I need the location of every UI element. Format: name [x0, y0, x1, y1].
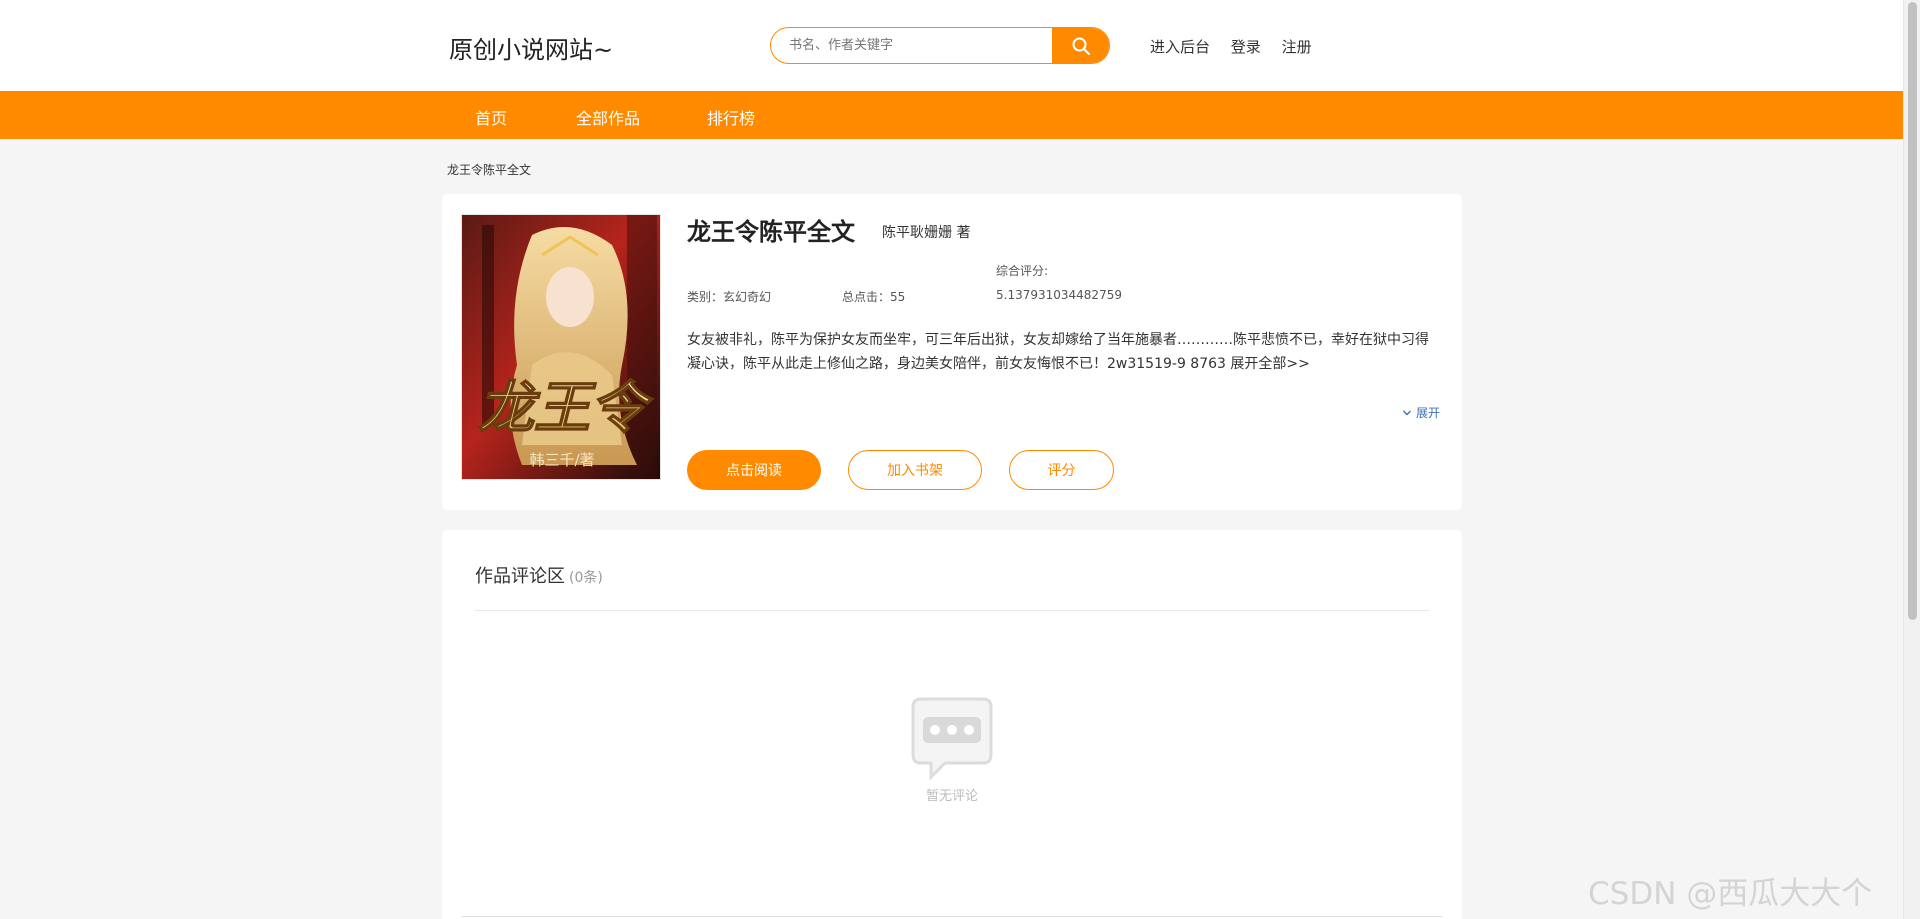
main-nav: 首页 全部作品 排行榜 — [0, 91, 1903, 139]
book-clicks: 总点击：55 — [842, 290, 906, 304]
chevron-down-icon — [1402, 410, 1411, 415]
breadcrumb[interactable]: 龙王令陈平全文 — [447, 161, 531, 178]
book-title: 龙王令陈平全文 — [687, 218, 855, 246]
cover-title: 龙王令 — [478, 375, 654, 441]
scrollbar-thumb[interactable] — [1908, 2, 1917, 620]
score-value: 5.137931034482759 — [996, 288, 1122, 302]
nav-home[interactable]: 首页 — [475, 105, 507, 129]
search-input[interactable] — [771, 28, 1053, 63]
cover-author: 韩三千/著 — [529, 451, 594, 469]
score-label: 综合评分: — [996, 264, 1049, 278]
search-icon — [1072, 37, 1090, 55]
site-header: 原创小说网站~ 进入后台 登录 注册 — [0, 0, 1903, 91]
divider — [475, 610, 1429, 611]
book-cover[interactable]: 龙王令 韩三千/著 — [461, 214, 661, 480]
footer-divider — [462, 916, 1442, 917]
cover-image: 龙王令 韩三千/著 — [462, 215, 660, 479]
admin-link[interactable]: 进入后台 — [1150, 38, 1210, 56]
comment-section: 作品评论区 (0条) 暂无评论 — [442, 530, 1462, 919]
nav-all-works[interactable]: 全部作品 — [576, 105, 640, 129]
comment-heading: 作品评论区 (0条) — [475, 562, 603, 588]
rate-button[interactable]: 评分 — [1009, 450, 1114, 490]
login-link[interactable]: 登录 — [1231, 38, 1261, 56]
add-to-shelf-button[interactable]: 加入书架 — [848, 450, 982, 490]
book-category: 类别：玄幻奇幻 — [687, 290, 772, 304]
empty-comment-text: 暂无评论 — [925, 789, 978, 804]
watermark: CSDN @西瓜大大个 — [1588, 876, 1873, 912]
top-links: 进入后台 登录 注册 — [1150, 36, 1312, 57]
site-logo[interactable]: 原创小说网站~ — [449, 30, 613, 65]
read-button[interactable]: 点击阅读 — [687, 450, 821, 490]
page-scrollbar[interactable] — [1903, 0, 1920, 919]
expand-toggle[interactable]: 展开 — [1402, 404, 1440, 421]
book-info-card: 龙王令 韩三千/著 龙王令陈平全文 陈平耿姗姗 著 综合评分: 类别：玄幻奇幻 … — [442, 194, 1462, 510]
search-bar — [770, 27, 1110, 64]
search-button[interactable] — [1052, 28, 1109, 63]
empty-comment-icon — [911, 697, 993, 785]
comment-title: 作品评论区 — [475, 566, 565, 587]
book-description: 女友被非礼，陈平为保护女友而坐牢，可三年后出狱，女友却嫁给了当年施暴者…………陈… — [687, 332, 1429, 372]
expand-label: 展开 — [1415, 406, 1440, 420]
register-link[interactable]: 注册 — [1282, 38, 1312, 56]
comment-count: (0条) — [569, 570, 603, 586]
nav-rankings[interactable]: 排行榜 — [707, 105, 755, 129]
book-author[interactable]: 陈平耿姗姗 著 — [882, 222, 970, 242]
